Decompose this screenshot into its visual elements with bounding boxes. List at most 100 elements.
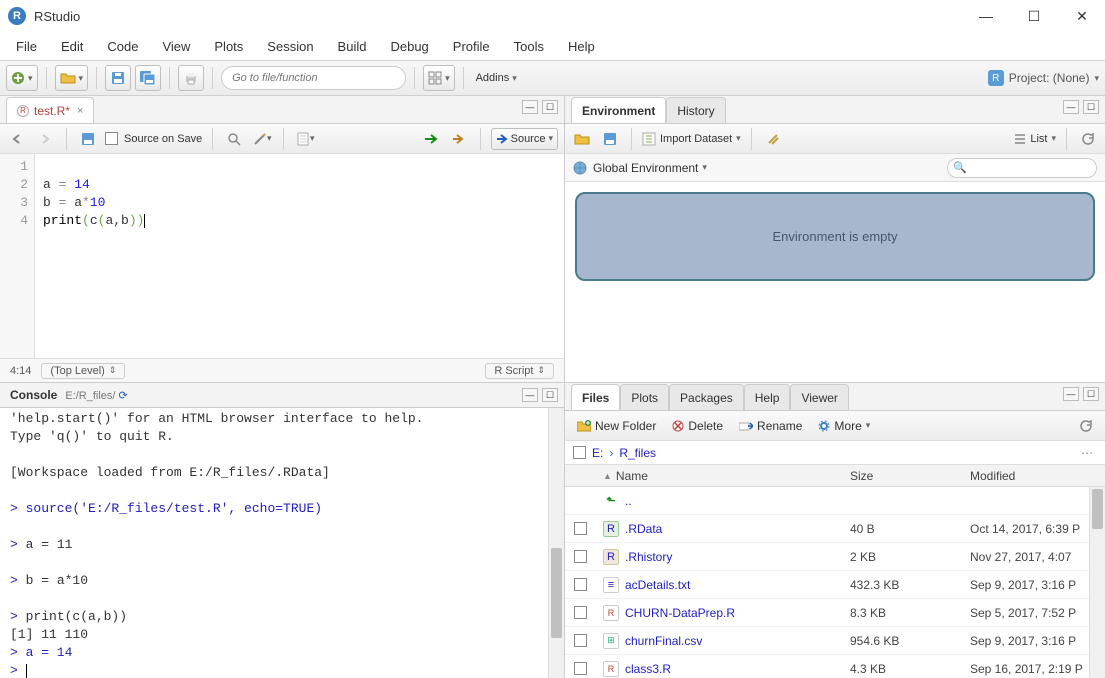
- addins-button[interactable]: Addins ▾: [472, 65, 521, 91]
- menu-file[interactable]: File: [6, 35, 47, 58]
- menu-debug[interactable]: Debug: [380, 35, 438, 58]
- pane-maximize[interactable]: ☐: [1083, 100, 1099, 114]
- tab-plots[interactable]: Plots: [620, 384, 669, 410]
- pane-maximize[interactable]: ☐: [1083, 387, 1099, 401]
- source-button[interactable]: Source ▾: [491, 128, 558, 150]
- rerun-button[interactable]: [448, 128, 470, 150]
- menu-plots[interactable]: Plots: [204, 35, 253, 58]
- editor-tab-test-r[interactable]: R test.R* ×: [6, 97, 94, 123]
- menu-help[interactable]: Help: [558, 35, 605, 58]
- editor-body[interactable]: 1234 a = 14b = a*10print(c(a,b)): [0, 154, 564, 358]
- scope-selector[interactable]: (Top Level)⇕: [41, 363, 125, 379]
- open-file-button[interactable]: ▾: [55, 65, 89, 91]
- pane-minimize[interactable]: —: [1063, 387, 1079, 401]
- window-maximize[interactable]: ☐: [1019, 8, 1049, 25]
- save-all-button[interactable]: [135, 65, 161, 91]
- window-close[interactable]: ✕: [1067, 8, 1097, 25]
- tab-history[interactable]: History: [666, 97, 725, 123]
- refresh-env-button[interactable]: [1077, 128, 1099, 150]
- tab-environment[interactable]: Environment: [571, 97, 666, 123]
- menu-edit[interactable]: Edit: [51, 35, 93, 58]
- tab-help[interactable]: Help: [744, 384, 791, 410]
- window-minimize[interactable]: —: [971, 8, 1001, 25]
- files-toolbar: New Folder Delete Rename More▾: [565, 411, 1105, 441]
- refresh-files-button[interactable]: [1075, 415, 1097, 437]
- menu-build[interactable]: Build: [328, 35, 377, 58]
- rename-button[interactable]: Rename: [735, 417, 806, 435]
- new-file-button[interactable]: ▾: [6, 65, 38, 91]
- back-button[interactable]: [6, 128, 28, 150]
- menu-session[interactable]: Session: [257, 35, 323, 58]
- menu-profile[interactable]: Profile: [443, 35, 500, 58]
- file-checkbox[interactable]: [574, 662, 587, 675]
- save-button[interactable]: [105, 65, 131, 91]
- file-row-up[interactable]: ⬑..: [565, 487, 1105, 515]
- env-scope-selector[interactable]: Global Environment▾: [593, 161, 707, 175]
- save-icon: [81, 132, 95, 146]
- file-row[interactable]: R.Rhistory2 KBNov 27, 2017, 4:07: [565, 543, 1105, 571]
- col-modified-header[interactable]: Modified: [970, 469, 1105, 483]
- console-body[interactable]: 'help.start()' for an HTML browser inter…: [0, 408, 564, 678]
- env-search[interactable]: 🔍: [947, 158, 1097, 178]
- breadcrumb-more[interactable]: ⋯: [1077, 446, 1097, 460]
- env-search-input[interactable]: [947, 158, 1097, 178]
- workspace-panes-button[interactable]: ▾: [423, 65, 455, 91]
- compile-report-button[interactable]: ▾: [294, 128, 316, 150]
- pane-minimize[interactable]: —: [1063, 100, 1079, 114]
- file-checkbox[interactable]: [574, 578, 587, 591]
- col-size-header[interactable]: Size: [850, 469, 970, 483]
- breadcrumb-folder[interactable]: R_files: [619, 446, 656, 460]
- file-type-icon: R: [603, 521, 619, 537]
- new-folder-button[interactable]: New Folder: [573, 417, 660, 435]
- files-scrollbar[interactable]: [1089, 487, 1105, 678]
- breadcrumb-drive[interactable]: E:: [592, 446, 603, 460]
- col-name-header[interactable]: ▲Name: [595, 469, 850, 483]
- file-checkbox[interactable]: [574, 606, 587, 619]
- project-menu[interactable]: R Project: (None) ▾: [988, 70, 1099, 86]
- more-button[interactable]: More▾: [814, 417, 874, 435]
- titlebar: R RStudio — ☐ ✕: [0, 0, 1105, 32]
- source-on-save-checkbox[interactable]: [105, 132, 118, 145]
- code-area[interactable]: a = 14b = a*10print(c(a,b)): [35, 154, 564, 358]
- addins-label: Addins: [476, 72, 510, 84]
- folder-open-icon: [60, 71, 76, 85]
- load-workspace-button[interactable]: [571, 128, 593, 150]
- source-icon: [496, 133, 508, 145]
- goto-file-input[interactable]: [221, 66, 406, 90]
- console-scrollbar[interactable]: [548, 408, 564, 678]
- tab-files[interactable]: Files: [571, 384, 620, 410]
- file-row[interactable]: ⊞churnFinal.csv954.6 KBSep 9, 2017, 3:16…: [565, 627, 1105, 655]
- menu-tools[interactable]: Tools: [504, 35, 554, 58]
- pane-minimize[interactable]: —: [522, 100, 538, 114]
- pane-maximize[interactable]: ☐: [542, 388, 558, 402]
- file-row[interactable]: Rclass3.R4.3 KBSep 16, 2017, 2:19 P: [565, 655, 1105, 678]
- tab-viewer[interactable]: Viewer: [790, 384, 848, 410]
- goto-file-function[interactable]: [221, 66, 406, 90]
- select-all-checkbox[interactable]: [573, 446, 586, 459]
- save-all-icon: [140, 71, 156, 85]
- clear-workspace-button[interactable]: [762, 128, 784, 150]
- file-checkbox[interactable]: [574, 634, 587, 647]
- view-mode-button[interactable]: List ▾: [1014, 128, 1056, 150]
- menu-code[interactable]: Code: [97, 35, 148, 58]
- file-row[interactable]: R.RData40 BOct 14, 2017, 6:39 P: [565, 515, 1105, 543]
- code-tools-button[interactable]: ▾: [251, 128, 273, 150]
- close-tab-icon[interactable]: ×: [77, 105, 83, 117]
- tab-packages[interactable]: Packages: [669, 384, 744, 410]
- pane-maximize[interactable]: ☐: [542, 100, 558, 114]
- pane-minimize[interactable]: —: [522, 388, 538, 402]
- save-script-button[interactable]: [77, 128, 99, 150]
- save-workspace-button[interactable]: [599, 128, 621, 150]
- forward-button[interactable]: [34, 128, 56, 150]
- run-button[interactable]: [420, 128, 442, 150]
- file-row[interactable]: ≡acDetails.txt432.3 KBSep 9, 2017, 3:16 …: [565, 571, 1105, 599]
- delete-button[interactable]: Delete: [668, 417, 727, 435]
- print-button[interactable]: [178, 65, 204, 91]
- import-dataset-button[interactable]: Import Dataset ▾: [642, 128, 741, 150]
- language-selector[interactable]: R Script⇕: [485, 363, 554, 379]
- menu-view[interactable]: View: [152, 35, 200, 58]
- file-row[interactable]: RCHURN-DataPrep.R8.3 KBSep 5, 2017, 7:52…: [565, 599, 1105, 627]
- file-checkbox[interactable]: [574, 522, 587, 535]
- find-button[interactable]: [223, 128, 245, 150]
- file-checkbox[interactable]: [574, 550, 587, 563]
